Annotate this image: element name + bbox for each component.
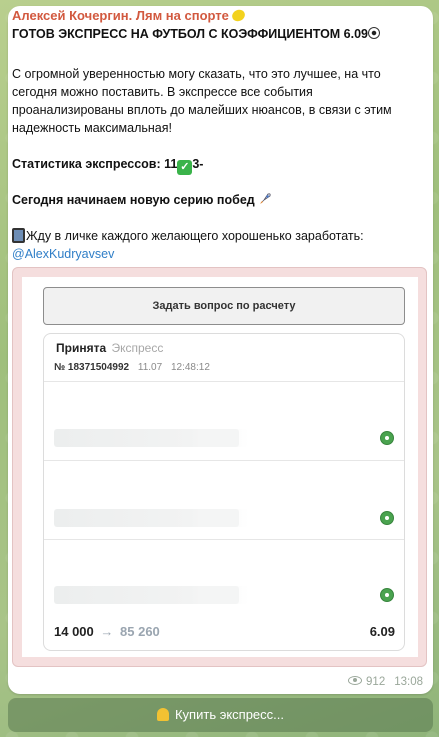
bet-id: № 18371504992 <box>54 362 130 373</box>
bell-icon <box>156 708 169 721</box>
series-text: Сегодня начинаем новую серию побед <box>12 193 255 207</box>
status-label: Принята <box>56 341 107 355</box>
buy-express-label: Купить экспресс... <box>174 707 284 722</box>
hidden-event-detail <box>199 509 239 527</box>
bet-status: Принята Экспресс <box>56 341 163 355</box>
football-icon <box>380 431 394 445</box>
stats-prefix: Статистика экспрессов: 11 <box>12 157 178 171</box>
divider <box>44 381 404 382</box>
stats-suffix: 3- <box>192 157 204 171</box>
bet-meta: № 18371504992 11.07 12:48:12 <box>54 362 210 373</box>
eye-icon <box>348 676 363 685</box>
invite-text: Жду в личке каждого желающего хорошенько… <box>26 229 364 243</box>
bet-card: Принята Экспресс № 18371504992 11.07 12:… <box>43 333 405 651</box>
bet-type-label: Экспресс <box>111 341 164 355</box>
post-headline: ГОТОВ ЭКСПРЕСС НА ФУТБОЛ С КОЭФФИЦИЕНТОМ… <box>12 27 381 41</box>
divider <box>44 539 404 540</box>
message-time: 13:08 <box>394 676 423 688</box>
bet-time: 12:48:12 <box>170 362 210 373</box>
payout-amount: 85 260 <box>120 624 160 639</box>
total-coefficient: 6.09 <box>369 624 395 639</box>
message-meta: 912 13:08 <box>348 676 423 688</box>
hidden-event-detail <box>199 586 239 604</box>
buy-express-button[interactable]: Купить экспресс... <box>8 698 433 732</box>
phone-arrow-icon <box>12 228 25 243</box>
contact-link[interactable]: @AlexKudryavsev <box>12 247 114 261</box>
channel-author[interactable]: Алексей Кочергин. Лям на спорте <box>12 7 247 24</box>
hidden-event-detail <box>199 429 239 447</box>
lemon-icon <box>230 7 247 24</box>
stake-payout: 14 000 → 85 260 <box>54 624 160 639</box>
football-icon <box>380 588 394 602</box>
checkmark-icon: ✓ <box>177 160 193 175</box>
post-invite: Жду в личке каждого желающего хорошенько… <box>12 227 417 263</box>
divider <box>44 460 404 461</box>
view-count: 912 <box>366 676 386 688</box>
author-name[interactable]: Алексей Кочергин. Лям на спорте <box>12 8 229 23</box>
stake-amount: 14 000 <box>54 624 94 639</box>
bet-date: 11.07 <box>137 362 163 373</box>
headline-text: ГОТОВ ЭКСПРЕСС НА ФУТБОЛ С КОЭФФИЦИЕНТОМ… <box>12 27 369 41</box>
ask-question-button: Задать вопрос по расчету <box>43 287 405 325</box>
post-stats: Статистика экспрессов: 11 ✓ 3- <box>12 155 417 175</box>
post-series: Сегодня начинаем новую серию побед <box>12 191 417 209</box>
soccer-ball-icon <box>368 27 381 39</box>
arrow-right-icon: → <box>100 624 114 639</box>
post-paragraph: С огромной уверенностью могу сказать, чт… <box>12 67 392 135</box>
rocket-icon <box>260 193 271 204</box>
football-icon <box>380 511 394 525</box>
